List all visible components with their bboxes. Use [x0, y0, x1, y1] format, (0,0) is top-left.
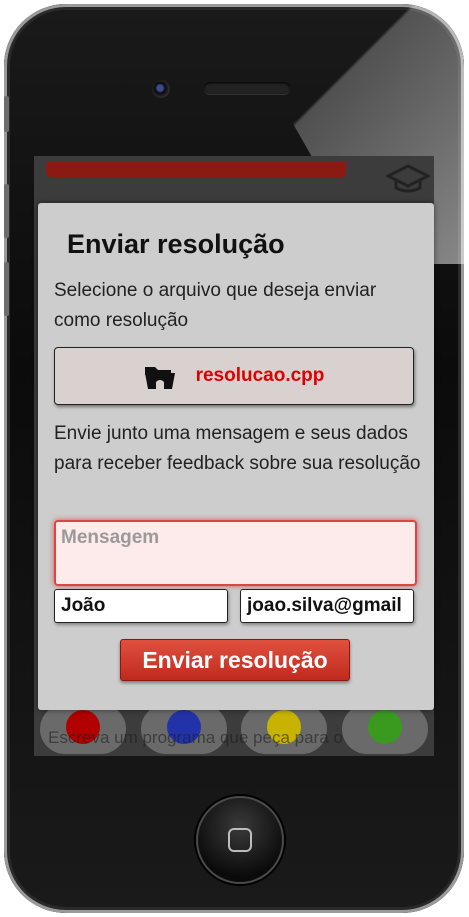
name-input[interactable]: João	[54, 589, 228, 623]
email-input-value: joao.silva@gmail	[247, 595, 402, 616]
modal-title: Enviar resolução	[67, 229, 285, 259]
file-instruction-text: Selecione o arquivo que deseja enviar co…	[54, 280, 377, 331]
feedback-instruction-text: Envie junto uma mensagem e seus dados pa…	[54, 423, 421, 474]
green-icon	[367, 710, 402, 744]
home-square-icon	[228, 828, 252, 852]
earpiece-speaker	[204, 82, 290, 94]
graduation-cap-icon	[386, 164, 430, 193]
background-circle-green	[341, 704, 428, 754]
submit-resolution-modal: Enviar resolução Selecione o arquivo que…	[38, 203, 434, 710]
name-input-value: João	[61, 595, 106, 616]
background-header-bar	[46, 162, 346, 178]
message-input[interactable]	[54, 520, 417, 586]
front-camera	[152, 80, 170, 98]
volume-up-button	[4, 184, 9, 238]
background-problem-text: Escreva um programa que peça para o	[48, 728, 343, 747]
folder-open-icon	[144, 367, 175, 389]
email-input[interactable]: joao.silva@gmail	[240, 589, 414, 623]
mute-switch	[4, 96, 9, 132]
file-select-button[interactable]: resolucao.cpp	[54, 347, 414, 405]
selected-filename: resolucao.cpp	[195, 365, 325, 386]
home-button[interactable]	[196, 796, 284, 884]
submit-resolution-button[interactable]: Enviar resolução	[120, 639, 350, 681]
volume-down-button	[4, 262, 9, 316]
